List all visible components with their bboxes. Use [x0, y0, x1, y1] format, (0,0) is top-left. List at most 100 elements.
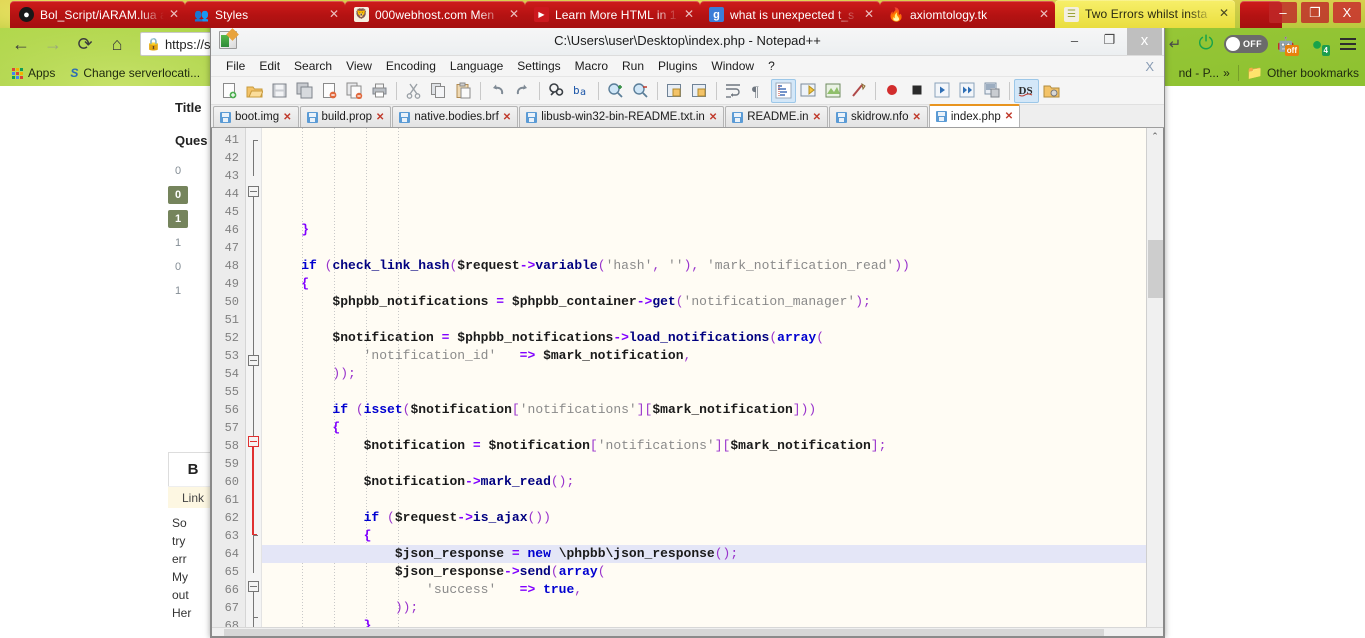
code-line-47[interactable]: $notification = $phpbb_notifications->lo…	[262, 329, 1163, 347]
browser-close-button[interactable]: X	[1333, 2, 1361, 23]
close-document-button[interactable]: X	[1145, 59, 1154, 74]
document-tab-close-icon[interactable]: ✕	[376, 112, 384, 123]
document-tab-close-icon[interactable]: ✕	[912, 112, 920, 123]
cut-icon[interactable]	[401, 79, 426, 103]
browser-tab-1[interactable]: ● Bol_Script/iARAM.lua a ✕	[10, 1, 185, 28]
notepadpp-editor[interactable]: 41 42 43 44 45 46 47 48 49 50 51 52 53 54 55 56 57 58 59 60…	[211, 128, 1164, 637]
copy-icon[interactable]	[426, 79, 451, 103]
document-tab-close-icon[interactable]: ✕	[709, 112, 717, 123]
green-circle-icon[interactable]: ● 4	[1304, 31, 1330, 57]
replace-icon[interactable]: ba	[569, 79, 594, 103]
menu-item-macro[interactable]: Macro	[568, 57, 615, 75]
bookmark-overflow-label[interactable]: nd - P...	[1179, 66, 1219, 80]
reload-button[interactable]: ⟳	[70, 30, 100, 58]
browser-tab-5[interactable]: g what is unexpected t_s ✕	[700, 1, 880, 28]
editor-vertical-scrollbar[interactable]: ⌃ ⌄	[1146, 128, 1163, 636]
sync-vertical-icon[interactable]	[662, 79, 687, 103]
menu-item-settings[interactable]: Settings	[510, 57, 567, 75]
code-line-49[interactable]: ));	[262, 365, 1163, 383]
close-all-icon[interactable]	[342, 79, 367, 103]
code-line-46[interactable]	[262, 311, 1163, 329]
chrome-menu-icon[interactable]	[1335, 31, 1361, 57]
document-tab-close-icon[interactable]: ✕	[283, 112, 291, 123]
undo-icon[interactable]	[485, 79, 510, 103]
redo-icon[interactable]	[510, 79, 535, 103]
folder-plugin-icon[interactable]	[1039, 79, 1064, 103]
open-file-icon[interactable]	[242, 79, 267, 103]
code-line-61[interactable]: 'success' => true,	[262, 581, 1163, 599]
code-line-42[interactable]	[262, 239, 1163, 257]
notepadpp-maximize-button[interactable]: ❐	[1092, 25, 1127, 55]
fold-toggle-line-52[interactable]	[248, 355, 259, 366]
code-line-44[interactable]: {	[262, 275, 1163, 293]
vertical-scrollbar-thumb[interactable]	[1148, 240, 1163, 298]
menu-item-run[interactable]: Run	[615, 57, 651, 75]
browser-tab-4[interactable]: ▶ Learn More HTML in 1 ✕	[525, 1, 700, 28]
menu-item-view[interactable]: View	[339, 57, 379, 75]
scroll-up-arrow-icon[interactable]: ⌃	[1147, 128, 1163, 145]
word-wrap-icon[interactable]	[721, 79, 746, 103]
fold-toggle-line-44[interactable]	[248, 186, 259, 197]
menu-item-search[interactable]: Search	[287, 57, 339, 75]
code-line-50[interactable]	[262, 383, 1163, 401]
bookmark-overflow-chevron-icon[interactable]: »	[1223, 66, 1230, 80]
share-icon[interactable]: ↵	[1162, 31, 1188, 57]
browser-maximize-button[interactable]: ❐	[1301, 2, 1329, 23]
horizontal-scrollbar-thumb[interactable]	[224, 629, 1104, 636]
menu-item-encoding[interactable]: Encoding	[379, 57, 443, 75]
tab-close-icon[interactable]: ✕	[862, 7, 876, 22]
document-tab-build-prop[interactable]: build.prop ✕	[299, 106, 392, 127]
close-file-icon[interactable]	[317, 79, 342, 103]
print-icon[interactable]	[367, 79, 392, 103]
browser-tab-2[interactable]: 👥 Styles ✕	[185, 1, 345, 28]
tab-close-icon[interactable]: ✕	[507, 7, 521, 22]
browser-tab-3[interactable]: 🦁 000webhost.com Men ✕	[345, 1, 525, 28]
menu-item-language[interactable]: Language	[443, 57, 510, 75]
record-macro-icon[interactable]	[880, 79, 905, 103]
paste-icon[interactable]	[451, 79, 476, 103]
notepadpp-close-button[interactable]: x	[1127, 25, 1162, 55]
tab-close-icon[interactable]: ✕	[682, 7, 696, 22]
menu-item-[interactable]: ?	[761, 57, 782, 75]
menu-item-edit[interactable]: Edit	[252, 57, 287, 75]
browser-tab-7[interactable]: ☰ Two Errors whilst insta ✕	[1055, 0, 1235, 28]
tab-close-icon[interactable]: ✕	[167, 7, 181, 22]
user-defined-dialog-icon[interactable]	[796, 79, 821, 103]
tab-close-icon[interactable]: ✕	[327, 7, 341, 22]
code-line-48[interactable]: 'notification_id' => $mark_notification,	[262, 347, 1163, 365]
ds-plugin-icon[interactable]: DS	[1014, 78, 1039, 103]
browser-tab-6[interactable]: 🔥 axiomtology.tk ✕	[880, 1, 1055, 28]
menu-item-window[interactable]: Window	[704, 57, 761, 75]
fold-toggle-line-66[interactable]	[248, 581, 259, 592]
home-button[interactable]: ⌂	[102, 30, 132, 58]
zoom-in-icon[interactable]	[603, 79, 628, 103]
function-list-icon[interactable]	[846, 79, 871, 103]
code-line-54[interactable]	[262, 455, 1163, 473]
code-line-51[interactable]: if (isset($notification['notifications']…	[262, 401, 1163, 419]
stop-macro-icon[interactable]	[905, 79, 930, 103]
document-tab-libusb-win32-bin-readme-txt-in[interactable]: libusb-win32-bin-README.txt.in ✕	[519, 106, 725, 127]
menu-item-plugins[interactable]: Plugins	[651, 57, 704, 75]
show-all-chars-icon[interactable]: ¶	[746, 79, 771, 103]
code-fold-margin[interactable]	[246, 128, 262, 636]
save-all-icon[interactable]	[292, 79, 317, 103]
new-file-icon[interactable]	[217, 79, 242, 103]
play-macro-icon[interactable]	[930, 79, 955, 103]
browser-minimize-button[interactable]: –	[1269, 2, 1297, 23]
apps-bookmark-button[interactable]: Apps	[6, 64, 61, 82]
power-icon[interactable]: ⏻	[1193, 31, 1219, 57]
code-line-52[interactable]: {	[262, 419, 1163, 437]
code-line-55[interactable]: $notification->mark_read();	[262, 473, 1163, 491]
fold-toggle-line-58-active[interactable]	[248, 436, 259, 447]
document-tab-close-icon[interactable]: ✕	[1005, 111, 1013, 122]
menu-item-file[interactable]: File	[219, 57, 252, 75]
document-tab-close-icon[interactable]: ✕	[813, 112, 821, 123]
code-line-43[interactable]: if (check_link_hash($request->variable('…	[262, 257, 1163, 275]
other-bookmarks-label[interactable]: Other bookmarks	[1267, 66, 1359, 80]
document-tab-close-icon[interactable]: ✕	[503, 112, 511, 123]
robot-icon[interactable]: 🤖 off	[1273, 31, 1299, 57]
code-text-area[interactable]: } if (check_link_hash($request->variable…	[262, 128, 1163, 636]
bookmark-item-change-serverlocation[interactable]: S Change serverlocati...	[64, 64, 206, 82]
code-line-41[interactable]: }	[262, 221, 1163, 239]
sync-horizontal-icon[interactable]	[687, 79, 712, 103]
